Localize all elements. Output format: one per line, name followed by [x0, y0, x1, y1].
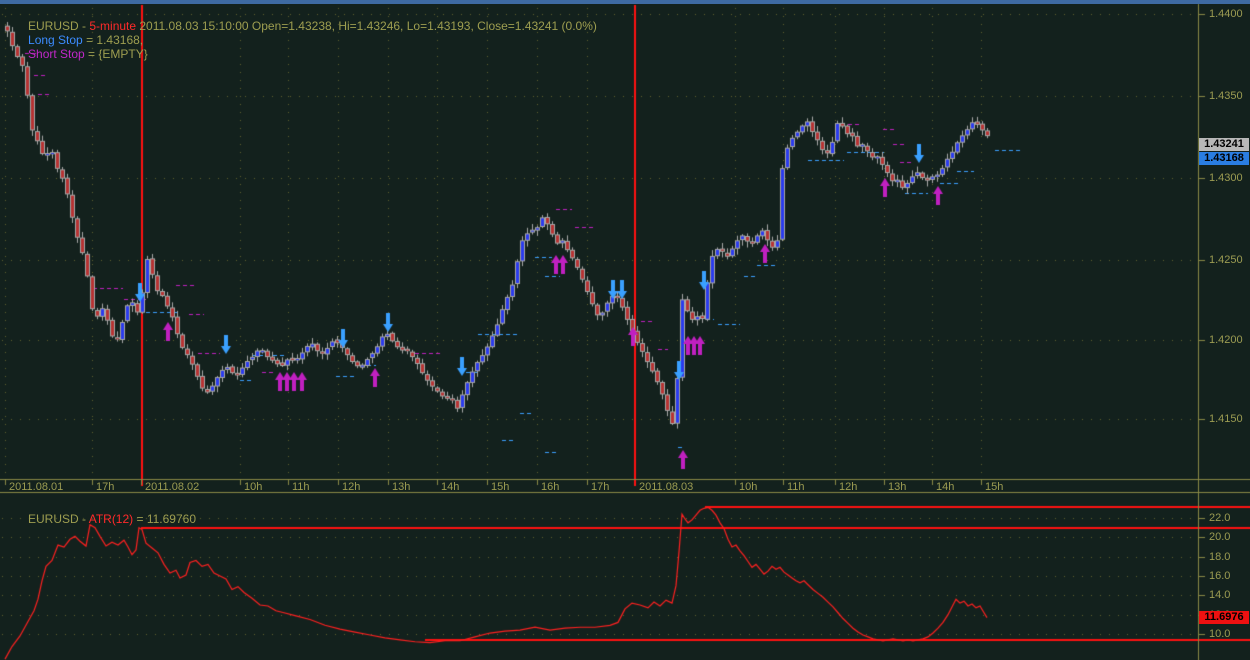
chart-canvas[interactable] — [0, 0, 1250, 660]
chart-window: EURUSD - 5-minute 2011.08.03 15:10:00 Op… — [0, 0, 1250, 660]
window-titlebar[interactable] — [0, 0, 1250, 4]
